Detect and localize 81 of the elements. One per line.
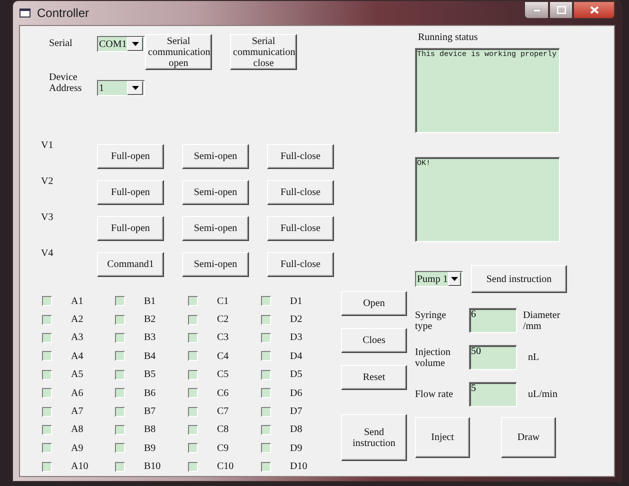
checkbox-label: D5 — [290, 369, 302, 380]
valve-button[interactable]: Semi-open — [182, 216, 249, 240]
field-label: Flow rate — [415, 389, 454, 400]
window-title: Controller — [37, 6, 90, 20]
checkbox-label: C7 — [217, 406, 229, 418]
input-field[interactable]: 6 — [469, 308, 517, 333]
checkbox-label: C9 — [217, 442, 229, 454]
checkbox-label: D8 — [290, 424, 302, 436]
checkbox-label: B10 — [144, 461, 161, 472]
valve-button[interactable]: Full-close — [267, 180, 334, 204]
checkbox-label: A10 — [71, 461, 88, 472]
valve-button[interactable]: Full-close — [267, 252, 334, 276]
dropdown[interactable]: Pump 1 — [415, 271, 463, 287]
input-field[interactable]: 50 — [469, 345, 517, 370]
checkbox-label: A1 — [71, 296, 84, 307]
serial-label: Serial — [49, 38, 74, 51]
checkbox-label: D1 — [290, 296, 302, 307]
checkbox-label: B9 — [144, 442, 156, 454]
valve-button[interactable]: Semi-open — [182, 180, 249, 204]
checkbox-label: A7 — [71, 406, 84, 418]
checkbox-label: B1 — [144, 296, 156, 307]
checkbox-label: B6 — [144, 388, 156, 399]
checkbox-label: D9 — [290, 442, 302, 454]
checkbox-label: A3 — [71, 332, 84, 344]
checkbox-label: D4 — [290, 350, 302, 362]
checkbox-label: D6 — [290, 388, 302, 399]
checkbox-label: C1 — [217, 296, 229, 307]
valve-button[interactable]: Full-open — [97, 216, 164, 240]
checkbox-label: A6 — [71, 388, 84, 399]
send-instruction-button[interactable]: Send instruction — [471, 265, 567, 293]
action-button[interactable]: Send instruction — [341, 414, 407, 461]
valve-button[interactable]: Full-close — [267, 216, 334, 240]
checkbox-label: A2 — [71, 314, 84, 326]
checkbox-label: C3 — [217, 332, 229, 344]
checkbox-label: C2 — [217, 314, 229, 326]
unit-label: nL — [527, 352, 540, 363]
valve-button[interactable]: Full-open — [97, 180, 164, 204]
running-status-label: Running status — [418, 32, 479, 43]
checkbox-label: C10 — [217, 461, 234, 472]
checkbox-label: C6 — [217, 388, 229, 399]
valve-label: V1 — [41, 140, 54, 151]
checkbox-label: C8 — [217, 424, 229, 436]
valve-button[interactable]: Command1 — [97, 252, 164, 276]
input-field[interactable]: 5 — [469, 382, 517, 407]
valve-button[interactable]: Full-close — [267, 144, 334, 168]
action-button[interactable]: Cloes — [341, 328, 407, 353]
valve-label: V3 — [41, 212, 54, 223]
valve-button[interactable]: Full-open — [97, 144, 164, 168]
unit-label: Diameter /mm — [523, 310, 562, 332]
device-address-label: Device Address — [49, 72, 83, 96]
action-button[interactable]: Reset — [341, 365, 407, 390]
checkbox-label: A9 — [71, 442, 84, 454]
checkbox-label: D3 — [290, 332, 302, 344]
valve-label: V2 — [41, 176, 54, 187]
checkbox-label: D10 — [290, 461, 308, 472]
serial-open-button[interactable]: Serial communication open — [145, 34, 212, 70]
checkbox-label: C5 — [217, 369, 229, 380]
checkbox-label: C4 — [217, 350, 229, 362]
checkbox-label: D2 — [290, 314, 302, 326]
action-button[interactable]: Open — [341, 291, 407, 316]
checkbox-label: D7 — [290, 406, 302, 418]
unit-label: uL/min — [527, 389, 558, 400]
checkbox-label: A8 — [71, 424, 84, 436]
checkbox-label: A4 — [71, 350, 84, 362]
pump-button[interactable]: Draw — [501, 417, 556, 458]
checkbox-label: B8 — [144, 424, 156, 436]
valve-button[interactable]: Semi-open — [182, 252, 249, 276]
checkbox-label: B2 — [144, 314, 156, 326]
valve-button[interactable]: Semi-open — [182, 144, 249, 168]
checkbox-label: B5 — [144, 369, 156, 380]
valve-label: V4 — [41, 248, 54, 259]
field-label: Syringe type — [415, 310, 448, 332]
dropdown[interactable]: COM1 — [97, 36, 145, 52]
checkbox-label: B3 — [144, 332, 156, 344]
checkbox-label: A5 — [71, 369, 84, 380]
checkbox-label: B4 — [144, 350, 156, 362]
serial-close-button[interactable]: Serial communication close — [230, 34, 297, 70]
field-label: Injection volume — [415, 346, 452, 368]
pump-button[interactable]: Inject — [415, 417, 470, 458]
dropdown[interactable]: 1 — [97, 80, 145, 96]
checkbox-label: B7 — [144, 406, 156, 418]
